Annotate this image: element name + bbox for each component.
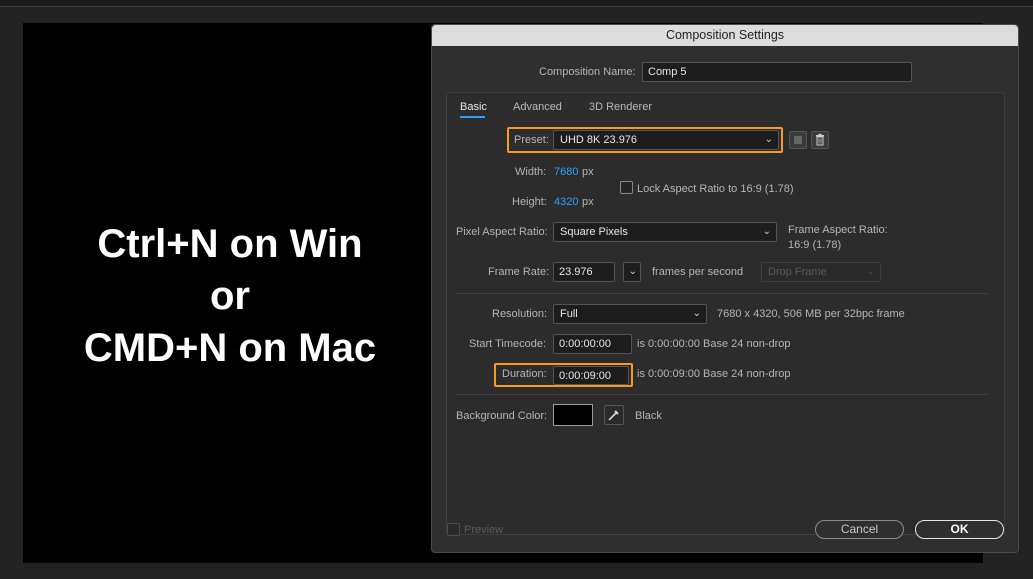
width-unit: px <box>582 166 594 178</box>
preset-label: Preset: <box>514 134 549 146</box>
drop-frame-dropdown[interactable]: Drop Frame ⌄ <box>761 262 881 282</box>
eyedropper-icon[interactable] <box>604 405 624 425</box>
resolution-value: Full <box>560 308 578 320</box>
preview-checkbox[interactable] <box>447 523 460 536</box>
bg-color-swatch[interactable] <box>553 404 593 426</box>
ok-button[interactable]: OK <box>915 520 1004 539</box>
chevron-down-icon: ⌄ <box>866 266 875 277</box>
pixel-aspect-dropdown[interactable]: Square Pixels ⌄ <box>553 222 777 242</box>
tab-basic[interactable]: Basic <box>460 101 487 113</box>
dialog-title: Composition Settings <box>432 25 1018 46</box>
composition-settings-dialog: Composition Settings Composition Name: C… <box>431 24 1019 553</box>
section-divider <box>456 293 988 294</box>
section-divider <box>456 394 988 395</box>
tab-3d-renderer[interactable]: 3D Renderer <box>589 101 652 113</box>
pixel-aspect-label: Pixel Aspect Ratio: <box>456 226 548 238</box>
chevron-down-icon: ⌄ <box>764 134 773 145</box>
preset-value: UHD 8K 23.976 <box>560 134 638 146</box>
overlay-line-1: Ctrl+N on Win <box>97 222 363 266</box>
lock-aspect-label: Lock Aspect Ratio to 16:9 (1.78) <box>637 183 794 195</box>
chevron-down-icon: ⌄ <box>762 226 771 237</box>
height-label: Height: <box>512 196 547 208</box>
start-timecode-label: Start Timecode: <box>469 338 547 350</box>
duration-input[interactable]: 0:00:09:00 <box>553 366 629 385</box>
overlay-line-3: CMD+N on Mac <box>83 326 377 370</box>
width-label: Width: <box>515 166 547 178</box>
overlay-caption: Ctrl+N on Win or CMD+N on Mac <box>40 218 420 374</box>
height-unit: px <box>582 196 594 208</box>
active-tab-indicator <box>460 116 485 118</box>
save-preset-icon[interactable] <box>789 131 807 149</box>
width-value[interactable]: 7680 <box>554 166 578 178</box>
bg-color-name: Black <box>635 410 662 422</box>
height-value[interactable]: 4320 <box>554 196 578 208</box>
drop-frame-value: Drop Frame <box>768 266 827 278</box>
comp-name-input[interactable]: Comp 5 <box>642 62 912 82</box>
pixel-aspect-value: Square Pixels <box>560 226 628 238</box>
resolution-info: 7680 x 4320, 506 MB per 32bpc frame <box>717 308 905 320</box>
frame-rate-dropdown[interactable]: ⌄ <box>623 262 641 282</box>
frame-rate-input[interactable]: 23.976 <box>553 262 615 282</box>
trash-icon[interactable] <box>811 131 829 149</box>
preset-dropdown[interactable]: UHD 8K 23.976 ⌄ <box>553 130 779 150</box>
start-timecode-info: is 0:00:00:00 Base 24 non-drop <box>637 338 791 350</box>
cancel-button[interactable]: Cancel <box>815 520 904 539</box>
chevron-down-icon: ⌄ <box>628 266 637 277</box>
resolution-label: Resolution: <box>492 308 548 320</box>
duration-label: Duration: <box>502 368 547 380</box>
duration-info: is 0:00:09:00 Base 24 non-drop <box>637 368 791 380</box>
bg-color-label: Background Color: <box>456 410 548 422</box>
resolution-dropdown[interactable]: Full ⌄ <box>553 304 707 324</box>
frame-rate-label: Frame Rate: <box>488 266 550 278</box>
frames-per-second-label: frames per second <box>652 266 744 278</box>
lock-aspect-checkbox[interactable] <box>620 181 633 194</box>
frame-aspect-label: Frame Aspect Ratio: <box>788 224 888 236</box>
overlay-line-2: or <box>210 274 250 318</box>
comp-name-label: Composition Name: <box>539 66 636 78</box>
chevron-down-icon: ⌄ <box>692 308 701 319</box>
frame-aspect-value: 16:9 (1.78) <box>788 239 842 251</box>
start-timecode-input[interactable]: 0:00:00:00 <box>553 334 632 354</box>
top-strip <box>0 0 1033 7</box>
tab-advanced[interactable]: Advanced <box>513 101 562 113</box>
preview-label: Preview <box>464 524 504 536</box>
